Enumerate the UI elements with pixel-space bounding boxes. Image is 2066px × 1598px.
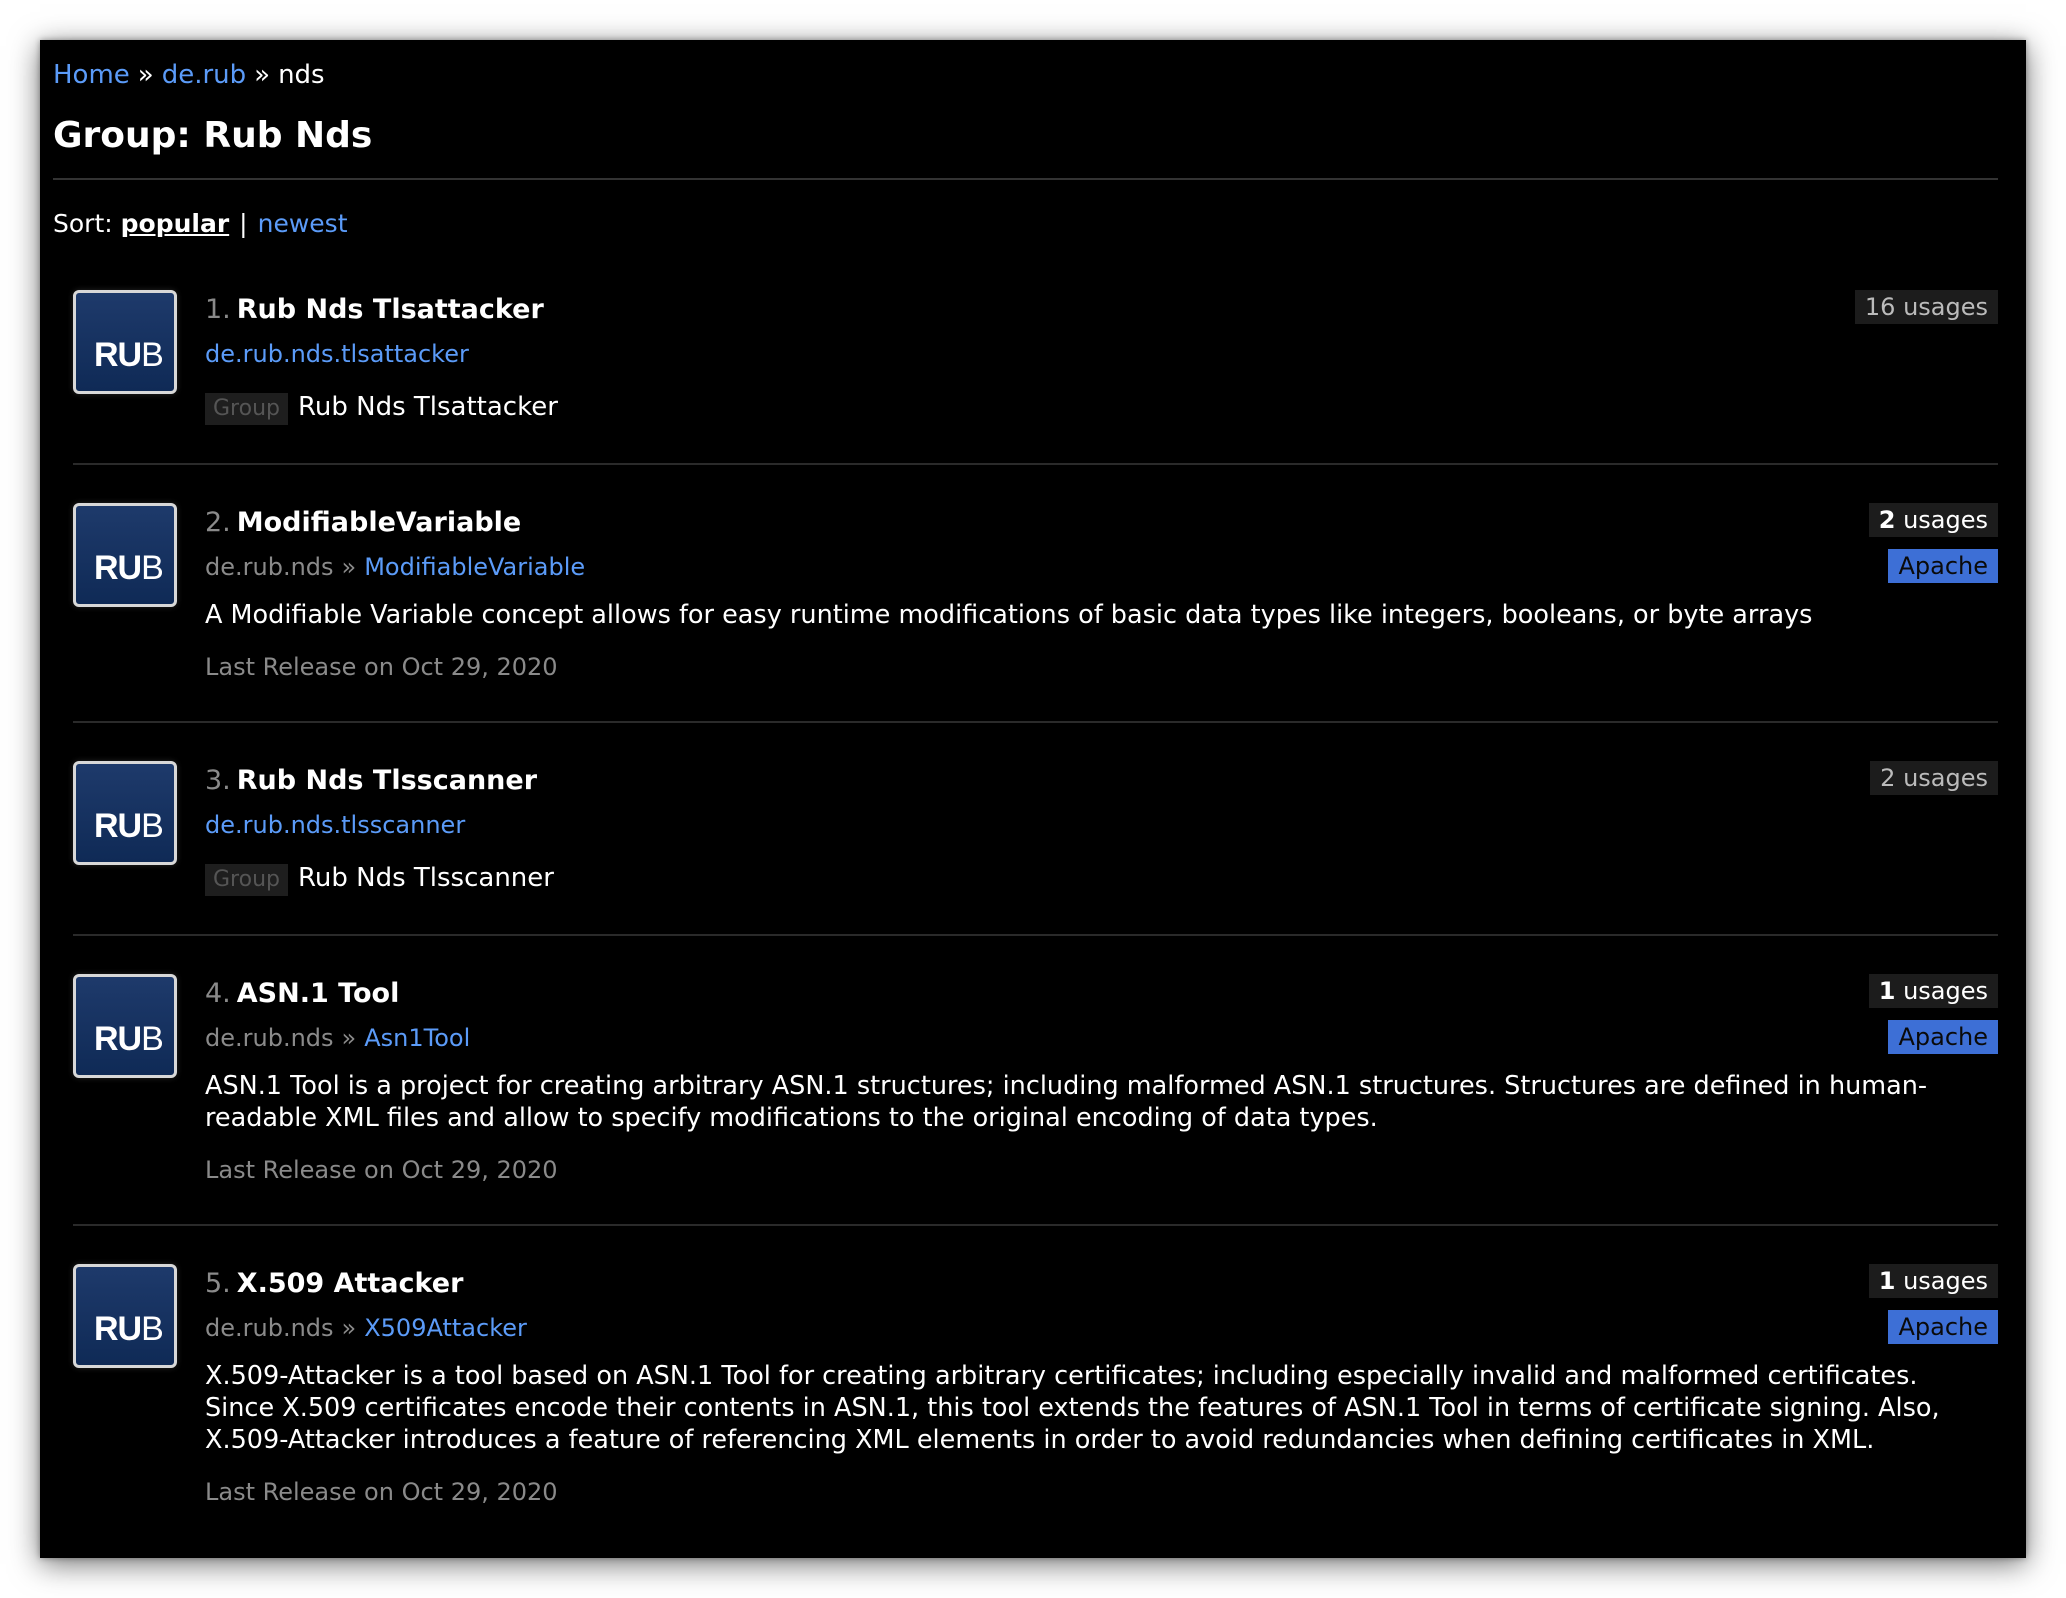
usages-label: usages: [1903, 977, 1988, 1005]
group-id-link[interactable]: de.rub.nds.tlsscanner: [205, 811, 465, 839]
item-heading: 3. Rub Nds Tlsscanner: [205, 761, 1998, 801]
breadcrumb-home-link[interactable]: Home: [53, 60, 130, 90]
item-number: 3.: [205, 765, 231, 796]
rub-logo-icon[interactable]: RUB: [73, 1264, 177, 1368]
usages-label: usages: [1903, 293, 1988, 321]
usages-count: 1: [1878, 1267, 1896, 1295]
rub-logo-icon[interactable]: RUB: [73, 761, 177, 865]
group-tag-badge: Group: [205, 393, 288, 425]
usages-count: 2: [1878, 506, 1896, 534]
description-line: X.509-Attacker is a tool based on ASN.1 …: [205, 1361, 1918, 1391]
breadcrumb-separator: »: [137, 60, 154, 90]
description-line: readable XML files and allow to specify …: [205, 1103, 1378, 1133]
usages-badge[interactable]: 2 usages: [1870, 761, 1998, 795]
coords-separator: »: [341, 1024, 357, 1052]
item-title-link[interactable]: X.509 Attacker: [237, 1268, 464, 1299]
coordinates: de.rub.nds» ModifiableVariable: [205, 547, 1998, 587]
usages-count: 16: [1864, 293, 1896, 321]
item-heading: 5. X.509 Attacker: [205, 1264, 1998, 1304]
sort-popular-link[interactable]: popular: [121, 209, 230, 238]
rub-logo-icon[interactable]: RUB: [73, 503, 177, 607]
usages-badge[interactable]: 1 usages: [1868, 1264, 1998, 1298]
group-id-link[interactable]: de.rub.nds.tlsattacker: [205, 340, 469, 368]
item-title-link[interactable]: Rub Nds Tlsattacker: [237, 294, 544, 325]
logo-text: RUB: [94, 807, 164, 845]
license-badge[interactable]: Apache: [1888, 549, 1998, 583]
item-description: X.509-Attacker is a tool based on ASN.1 …: [205, 1360, 1998, 1456]
item-title-link[interactable]: ModifiableVariable: [237, 507, 521, 538]
breadcrumb-current: nds: [278, 60, 325, 90]
list-item: RUB 3. Rub Nds Tlsscanner 2 usages de.rub…: [73, 723, 1998, 936]
coordinates: de.rub.nds» X509Attacker: [205, 1308, 1998, 1348]
group-name: Rub Nds Tlsscanner: [297, 863, 554, 893]
item-description: A Modifiable Variable concept allows for…: [205, 600, 1813, 630]
item-description: ASN.1 Tool is a project for creating arb…: [205, 1070, 1998, 1134]
logo-text: RUB: [94, 1310, 164, 1348]
usages-label: usages: [1903, 764, 1988, 792]
artifact-id-link[interactable]: ModifiableVariable: [364, 553, 585, 581]
coords-separator: »: [341, 1314, 357, 1342]
breadcrumb-group-link[interactable]: de.rub: [162, 60, 246, 90]
page-frame: Home» de.rub» nds Group: Rub Nds Sort: pop…: [40, 40, 2026, 1558]
logo-text: RUB: [94, 336, 164, 374]
artifact-id-link[interactable]: X509Attacker: [364, 1314, 527, 1342]
artifact-list: RUB 1. Rub Nds Tlsattacker 16 usages de.r…: [73, 252, 1998, 1546]
item-number: 1.: [205, 294, 231, 325]
item-heading: 2. ModifiableVariable: [205, 503, 1998, 543]
item-title-link[interactable]: Rub Nds Tlsscanner: [237, 765, 537, 796]
sort-newest-link[interactable]: newest: [258, 209, 348, 238]
coordinates: de.rub.nds.tlsattacker: [205, 334, 1998, 374]
description-line: ASN.1 Tool is a project for creating arb…: [205, 1071, 1928, 1101]
list-item: RUB 2. ModifiableVariable 2 usages Apache…: [73, 465, 1998, 723]
list-item: RUB 4. ASN.1 Tool 1 usages Apache de.rub.…: [73, 936, 1998, 1226]
release-date: Oct 29, 2020: [401, 1478, 558, 1506]
item-number: 4.: [205, 978, 231, 1009]
license-badge[interactable]: Apache: [1888, 1310, 1998, 1344]
usages-count: 1: [1878, 977, 1896, 1005]
group-id: de.rub.nds: [205, 553, 334, 581]
last-release: Last Release on Oct 29, 2020: [205, 653, 558, 681]
breadcrumb: Home» de.rub» nds: [53, 52, 1998, 98]
license-badge[interactable]: Apache: [1888, 1020, 1998, 1054]
group-name: Rub Nds Tlsattacker: [297, 392, 558, 422]
release-date: Oct 29, 2020: [401, 653, 558, 681]
logo-text: RUB: [94, 1020, 164, 1058]
group-id: de.rub.nds: [205, 1314, 334, 1342]
item-number: 5.: [205, 1268, 231, 1299]
item-title-link[interactable]: ASN.1 Tool: [237, 978, 400, 1009]
list-item: RUB 1. Rub Nds Tlsattacker 16 usages de.r…: [73, 252, 1998, 465]
last-release: Last Release on Oct 29, 2020: [205, 1478, 558, 1506]
page-title: Group: Rub Nds: [53, 115, 373, 156]
sort-separator: |: [239, 209, 248, 238]
group-tagline: Group Rub Nds Tlsattacker: [205, 390, 1998, 425]
group-id: de.rub.nds: [205, 1024, 334, 1052]
usages-badge[interactable]: 1 usages: [1868, 974, 1998, 1008]
sort-label: Sort:: [53, 209, 113, 238]
rub-logo-icon[interactable]: RUB: [73, 290, 177, 394]
usages-badge[interactable]: 16 usages: [1854, 290, 1998, 324]
breadcrumb-separator: »: [254, 60, 271, 90]
list-item: RUB 5. X.509 Attacker 1 usages Apache de.…: [73, 1226, 1998, 1546]
group-tag-badge: Group: [205, 864, 288, 896]
coordinates: de.rub.nds.tlsscanner: [205, 805, 1998, 845]
sort-bar: Sort: popular | newest: [53, 204, 1998, 244]
release-date: Oct 29, 2020: [401, 1156, 558, 1184]
usages-label: usages: [1903, 1267, 1988, 1295]
item-heading: 1. Rub Nds Tlsattacker: [205, 290, 1998, 330]
coords-separator: »: [341, 553, 357, 581]
usages-label: usages: [1903, 506, 1988, 534]
artifact-id-link[interactable]: Asn1Tool: [364, 1024, 470, 1052]
item-number: 2.: [205, 507, 231, 538]
description-line: Since X.509 certificates encode their co…: [205, 1393, 1940, 1423]
rub-logo-icon[interactable]: RUB: [73, 974, 177, 1078]
logo-text: RUB: [94, 549, 164, 587]
usages-badge[interactable]: 2 usages: [1868, 503, 1998, 537]
last-release: Last Release on Oct 29, 2020: [205, 1156, 558, 1184]
description-line: X.509-Attacker introduces a feature of r…: [205, 1425, 1875, 1455]
coordinates: de.rub.nds» Asn1Tool: [205, 1018, 1998, 1058]
usages-count: 2: [1880, 764, 1896, 792]
group-tagline: Group Rub Nds Tlsscanner: [205, 861, 1998, 896]
title-divider: [53, 178, 1998, 180]
item-heading: 4. ASN.1 Tool: [205, 974, 1998, 1014]
